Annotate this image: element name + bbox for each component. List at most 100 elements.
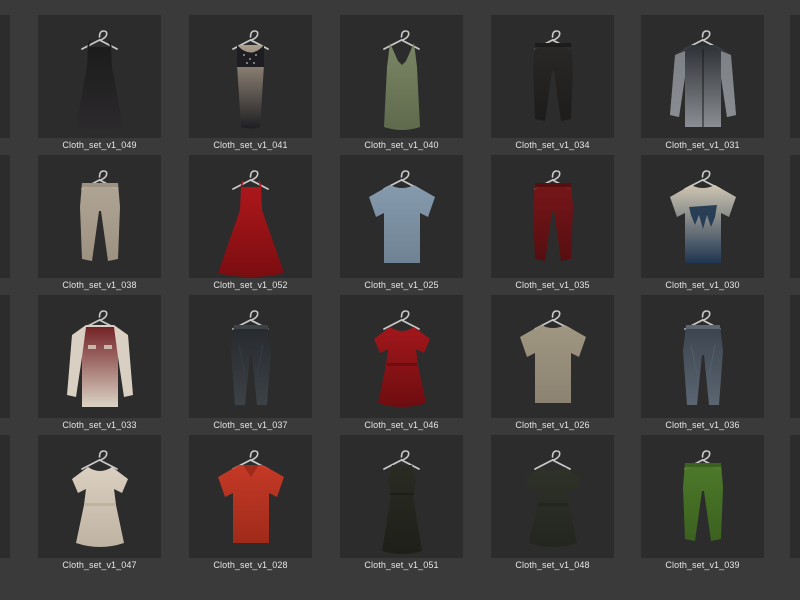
- garment-preview: [67, 310, 133, 407]
- dress-puff-icon: [72, 467, 128, 547]
- asset-label: Cloth_set_v1_038: [62, 280, 137, 290]
- garment-preview: [683, 310, 723, 405]
- asset-thumbnail[interactable]: [38, 155, 161, 278]
- asset-item[interactable]: Cloth_set_v1_026: [491, 295, 614, 435]
- asset-label: Cloth_set_v1_028: [213, 560, 288, 570]
- asset-thumbnail[interactable]: [641, 15, 764, 138]
- garment-preview: [218, 170, 284, 277]
- asset-thumbnail[interactable]: [641, 435, 764, 558]
- asset-item[interactable]: Cloth_set_v1_025: [340, 155, 463, 295]
- garment-preview: [383, 30, 420, 130]
- pants-icon: [533, 183, 573, 261]
- partial-asset-thumbnail[interactable]: [0, 295, 10, 418]
- asset-thumbnail[interactable]: [491, 15, 614, 138]
- asset-thumbnail[interactable]: [38, 295, 161, 418]
- partial-asset-thumbnail[interactable]: [790, 295, 800, 418]
- partial-asset-thumbnail[interactable]: [0, 155, 10, 278]
- garment-preview: [525, 450, 581, 547]
- asset-label: Cloth_set_v1_036: [665, 420, 740, 430]
- asset-label: Cloth_set_v1_037: [213, 420, 288, 430]
- tshirt-icon: [369, 185, 435, 263]
- asset-label: Cloth_set_v1_040: [364, 140, 439, 150]
- asset-label: Cloth_set_v1_026: [515, 420, 590, 430]
- asset-thumbnail[interactable]: [340, 435, 463, 558]
- asset-item[interactable]: Cloth_set_v1_036: [641, 295, 764, 435]
- dress-puff-icon: [525, 467, 581, 547]
- asset-thumbnail[interactable]: [38, 15, 161, 138]
- asset-thumbnail[interactable]: [340, 295, 463, 418]
- asset-item[interactable]: Cloth_set_v1_048: [491, 435, 614, 575]
- asset-item[interactable]: Cloth_set_v1_030: [641, 155, 764, 295]
- garment-preview: [76, 30, 123, 130]
- garment-preview: [533, 170, 573, 261]
- dress-full-icon: [218, 180, 284, 277]
- jeans-icon: [683, 325, 723, 405]
- asset-label: Cloth_set_v1_047: [62, 560, 137, 570]
- asset-thumbnail[interactable]: [641, 295, 764, 418]
- hanger-icon: [232, 170, 269, 190]
- dress-slip-icon: [76, 40, 123, 130]
- asset-label: Cloth_set_v1_046: [364, 420, 439, 430]
- hanger-icon: [81, 450, 118, 470]
- partial-asset-thumbnail[interactable]: [790, 155, 800, 278]
- asset-thumbnail[interactable]: [340, 15, 463, 138]
- asset-label: Cloth_set_v1_041: [213, 140, 288, 150]
- garment-preview: [520, 310, 586, 403]
- asset-item[interactable]: Cloth_set_v1_040: [340, 15, 463, 155]
- asset-item[interactable]: Cloth_set_v1_041: [189, 15, 312, 155]
- asset-item[interactable]: Cloth_set_v1_049: [38, 15, 161, 155]
- asset-label: Cloth_set_v1_051: [364, 560, 439, 570]
- partial-asset-thumbnail[interactable]: [790, 15, 800, 138]
- asset-item[interactable]: Cloth_set_v1_046: [340, 295, 463, 435]
- asset-item[interactable]: Cloth_set_v1_031: [641, 15, 764, 155]
- partial-asset-thumbnail[interactable]: [0, 435, 10, 558]
- asset-item[interactable]: Cloth_set_v1_028: [189, 435, 312, 575]
- asset-thumbnail[interactable]: [491, 155, 614, 278]
- asset-thumbnail[interactable]: [491, 435, 614, 558]
- asset-item[interactable]: Cloth_set_v1_047: [38, 435, 161, 575]
- asset-thumbnail[interactable]: [491, 295, 614, 418]
- pants-icon: [80, 183, 120, 261]
- asset-item[interactable]: Cloth_set_v1_037: [189, 295, 312, 435]
- asset-label: Cloth_set_v1_030: [665, 280, 740, 290]
- asset-item[interactable]: Cloth_set_v1_033: [38, 295, 161, 435]
- garment-preview: [382, 450, 422, 554]
- asset-item[interactable]: Cloth_set_v1_052: [189, 155, 312, 295]
- garment-preview: [232, 30, 269, 129]
- garment-preview: [670, 30, 736, 127]
- asset-item[interactable]: Cloth_set_v1_034: [491, 15, 614, 155]
- asset-item[interactable]: Cloth_set_v1_051: [340, 435, 463, 575]
- jeans-icon: [231, 325, 271, 405]
- asset-item[interactable]: Cloth_set_v1_039: [641, 435, 764, 575]
- asset-label: Cloth_set_v1_034: [515, 140, 590, 150]
- asset-thumbnail[interactable]: [641, 155, 764, 278]
- partial-asset-thumbnail[interactable]: [790, 435, 800, 558]
- garment-preview: [231, 310, 271, 405]
- dress-puff-icon: [374, 327, 430, 407]
- asset-thumbnail[interactable]: [189, 435, 312, 558]
- asset-label: Cloth_set_v1_039: [665, 560, 740, 570]
- dress-long-icon: [237, 45, 264, 129]
- polo-icon: [218, 465, 284, 543]
- garment-preview: [683, 450, 723, 541]
- asset-thumbnail[interactable]: [189, 155, 312, 278]
- asset-thumbnail[interactable]: [340, 155, 463, 278]
- dress-sleeveless-icon: [382, 465, 422, 554]
- hanger-icon: [534, 450, 571, 470]
- garment-preview: [218, 450, 284, 543]
- tshirt-icon: [520, 325, 586, 403]
- tshirt-print-icon: [670, 185, 736, 263]
- asset-item[interactable]: Cloth_set_v1_035: [491, 155, 614, 295]
- garment-preview: [533, 30, 573, 121]
- dress-v-icon: [384, 43, 420, 130]
- partial-asset-thumbnail[interactable]: [0, 15, 10, 138]
- garment-preview: [374, 310, 430, 407]
- garment-preview: [72, 450, 128, 547]
- asset-label: Cloth_set_v1_035: [515, 280, 590, 290]
- garment-preview: [369, 170, 435, 263]
- asset-item[interactable]: Cloth_set_v1_038: [38, 155, 161, 295]
- asset-thumbnail[interactable]: [189, 15, 312, 138]
- asset-thumbnail[interactable]: [38, 435, 161, 558]
- hanger-icon: [81, 30, 118, 50]
- asset-thumbnail[interactable]: [189, 295, 312, 418]
